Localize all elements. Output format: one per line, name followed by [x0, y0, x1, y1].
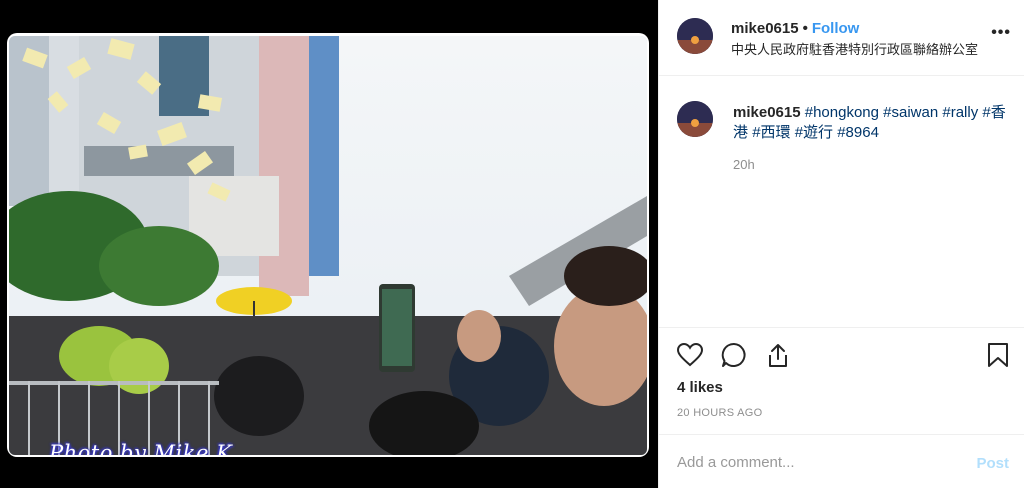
post-location[interactable]: 中央人民政府駐香港特別行政區聯絡辦公室 [731, 39, 978, 58]
header-user-line: mike0615 • Follow [731, 20, 859, 37]
like-button[interactable] [675, 340, 705, 370]
separator-dot: • [802, 20, 808, 37]
post-comment-button[interactable]: Post [976, 455, 1009, 472]
share-button[interactable] [763, 340, 793, 370]
share-icon [769, 344, 787, 367]
comment-button[interactable] [719, 340, 749, 370]
media-pane: Photo by Mike K. [0, 0, 658, 488]
actions-bar: 4 likes 20 HOURS AGO [659, 327, 1024, 434]
hashtag-link[interactable]: #rally [942, 104, 978, 121]
hashtag-link[interactable]: #saiwan [883, 104, 938, 121]
caption-area: mike0615 #hongkong #saiwan #rally #香港 #西… [659, 77, 1024, 327]
protest-scene-image [9, 36, 647, 455]
post-timestamp: 20 HOURS AGO [677, 407, 763, 419]
caption-time: 20h [733, 157, 755, 172]
hashtag-link[interactable]: #西環 [752, 124, 790, 141]
avatar-image [677, 101, 713, 137]
post-header: mike0615 • Follow 中央人民政府駐香港特別行政區聯絡辦公室 ••• [659, 0, 1024, 76]
likes-count[interactable]: 4 likes [677, 379, 723, 396]
photo-watermark: Photo by Mike K. [49, 441, 240, 455]
author-username[interactable]: mike0615 [731, 20, 799, 37]
comment-icon [721, 342, 746, 367]
follow-button[interactable]: Follow [812, 20, 860, 37]
caption-avatar[interactable] [677, 101, 713, 137]
post-sidebar: mike0615 • Follow 中央人民政府駐香港特別行政區聯絡辦公室 ••• … [658, 0, 1024, 488]
post-photo[interactable]: Photo by Mike K. [9, 36, 647, 455]
comment-bar: Post [659, 434, 1024, 488]
author-avatar[interactable] [677, 18, 713, 54]
avatar-image [677, 18, 713, 54]
bookmark-icon [988, 343, 1008, 367]
caption-username[interactable]: mike0615 [733, 104, 801, 121]
hashtag-link[interactable]: #8964 [837, 124, 879, 141]
hashtag-link[interactable]: #遊行 [795, 124, 833, 141]
heart-icon [677, 343, 703, 367]
hashtag-link[interactable]: #hongkong [805, 104, 879, 121]
caption-text: mike0615 #hongkong #saiwan #rally #香港 #西… [733, 103, 1018, 143]
save-button[interactable] [983, 340, 1013, 370]
comment-input[interactable] [677, 449, 957, 475]
more-options-icon[interactable]: ••• [991, 24, 1011, 42]
